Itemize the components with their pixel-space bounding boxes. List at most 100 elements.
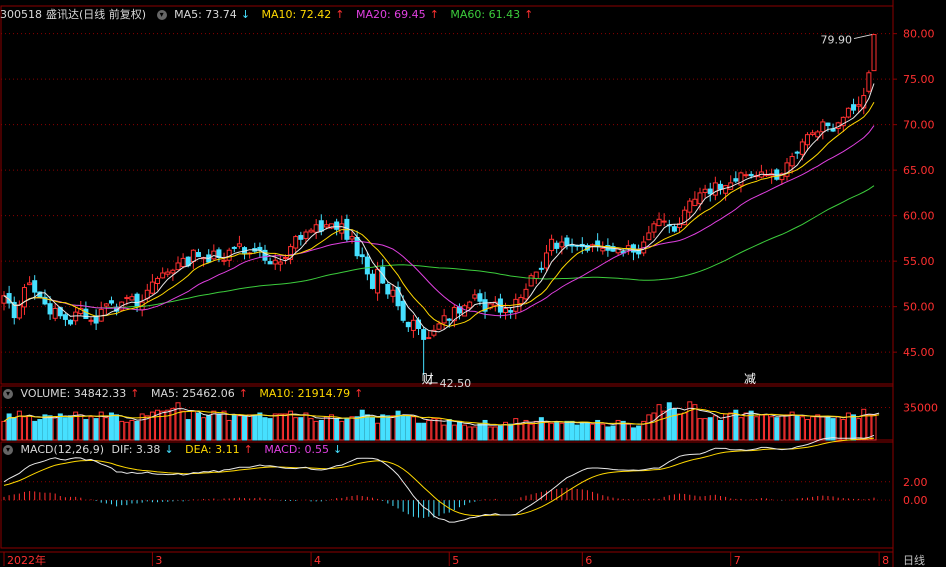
high-pointer [853,34,873,40]
up-arrow-icon: ↑ [429,8,439,21]
candle-body [508,310,514,313]
volume-bar [472,426,478,441]
candle-body [441,315,447,324]
low-label: 42.50 [440,377,472,390]
volume-bar [656,404,662,441]
volume-bar [195,412,201,441]
circle-chevron-icon[interactable]: ▾ [3,389,13,399]
volume-bar [93,418,99,441]
candle-body [794,151,800,154]
volume-bar [124,421,130,441]
volume-bar [277,413,283,441]
candle-body [144,289,150,299]
candle-body [359,254,365,258]
candle-body [825,122,831,127]
candle-body [564,237,570,247]
volume-bar [764,414,770,441]
price-tick-label: 65.00 [903,164,935,177]
volume-bar [119,420,125,441]
candle-body [600,247,606,252]
candle-body [47,303,53,315]
candle-body [52,307,58,319]
candle-body [789,156,795,167]
volume-bar [349,416,355,441]
candle-body [195,252,201,258]
volume-bar [784,414,790,441]
candle-body [68,319,74,325]
volume-bar [400,415,406,441]
volume-bar [308,418,314,441]
volume-bar [682,412,688,441]
volume-bar [579,421,585,441]
candle-body [692,198,698,207]
candle-body [871,34,877,72]
volume-bar [52,417,58,441]
candle-body [697,192,703,205]
volume-bar [11,417,17,441]
volume-bar [431,418,437,441]
candle-body [334,221,340,230]
candle-body [712,182,718,196]
circle-chevron-icon[interactable]: ▾ [156,10,167,20]
volume-bar [820,416,826,441]
volume-bar [380,414,386,441]
volume-bar [334,418,340,441]
volume-bar [323,416,329,441]
up-arrow-icon: ↑ [524,8,534,21]
volume-bar [252,414,258,441]
candle-body [687,200,693,213]
volume-bar [359,409,365,441]
price-ma20: MA20: 69.45 ↑ [355,8,439,21]
volume-bar [533,420,539,441]
ma60-line [3,185,875,309]
price-tick-label: 80.00 [903,28,935,41]
panel-frame [0,441,894,549]
candle-body [180,257,186,267]
volume-bar [564,420,570,441]
up-arrow-icon: ↑ [354,387,364,400]
candle-body [651,223,657,233]
candle-body [231,246,237,249]
volume-bar [702,418,708,441]
volume-bar [477,423,483,441]
price-tick-label: 60.00 [903,210,935,223]
price-header: 300518 盛讯达(日线 前复权) ▾ MA5: 73.74 ↓ MA10: 72… [0,8,541,22]
down-arrow-icon: ↓ [164,443,174,456]
candle-body [748,173,754,177]
volume-bar [804,419,810,441]
price-ma60: MA60: 61.43 ↑ [450,8,534,21]
candle-body [472,294,478,299]
candle-body [62,314,68,320]
high-label: 79.90 [821,34,853,47]
volume-bar [236,415,242,441]
volume-value: VOLUME: 34842.33 ↑ [20,387,140,400]
volume-bar [661,410,667,441]
volume-bar [267,418,273,441]
candle-body [165,271,171,275]
volume-bar [416,422,422,441]
candle-body [554,242,560,249]
ma5-line [3,83,875,333]
candle-body [170,269,176,274]
volume-bar [62,417,68,441]
circle-chevron-icon[interactable]: ▾ [3,445,13,455]
volume-bar [201,417,207,441]
candle-body [190,249,196,263]
volume-bar [375,422,381,441]
candle-body [723,185,729,194]
volume-bar [707,417,713,441]
candle-body [528,275,534,287]
volume-bar [789,411,795,441]
event-marker: 财 [422,372,434,386]
candle-body [702,188,708,193]
volume-bar [738,417,744,441]
candle-body [385,284,391,295]
volume-bar [185,419,191,441]
volume-bar [851,414,857,441]
candle-body [717,183,723,190]
volume-bar [364,414,370,441]
candle-body [845,107,851,118]
volume-bar [354,416,360,441]
candle-body [462,305,468,317]
volume-bar [103,417,109,441]
